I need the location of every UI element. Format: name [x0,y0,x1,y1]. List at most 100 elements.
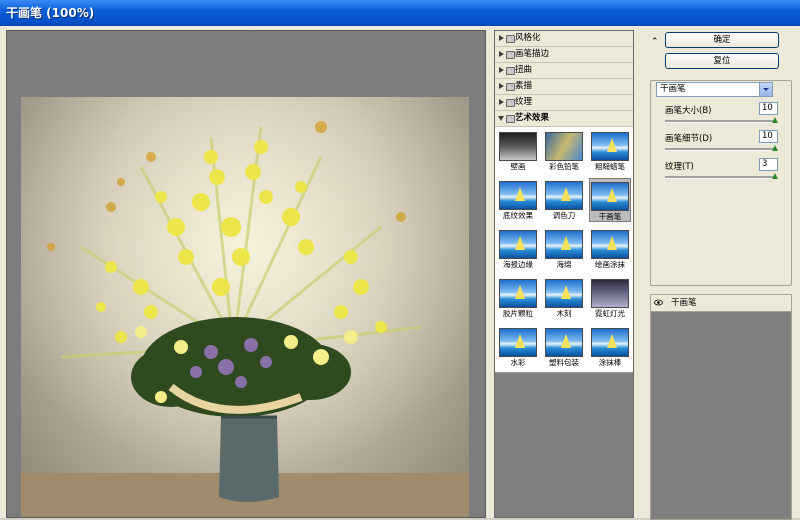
expand-triangle-icon [499,51,504,57]
thumbnail-image [591,279,629,308]
collapse-triangle-icon [498,116,504,121]
preview-image [21,97,469,517]
thumb-paint-daubs[interactable]: 绘画涂抹 [589,227,631,271]
thumb-dry-brush[interactable]: 干画笔 [589,178,631,222]
expand-triangle-icon [499,35,504,41]
folder-icon [506,67,515,75]
thumbnail-image [545,230,583,259]
effect-layer-area [651,312,791,519]
expand-triangle-icon [499,99,504,105]
thumb-fresco[interactable]: 壁画 [497,129,539,173]
category-texture[interactable]: 纹理 [495,95,633,111]
brush-size-slider[interactable] [665,117,778,123]
title-bar: 干画笔 (100%) [0,0,800,26]
thumb-plastic-wrap[interactable]: 塑料包装 [543,325,585,369]
category-label: 扭曲 [515,65,533,75]
thumb-label: 壁画 [510,162,526,171]
folder-icon [506,83,515,91]
control-panel: ⌃ 确定 复位 干画笔 画笔大小(B) 10 画笔细节(D) 10 纹理(T) … [640,30,800,520]
thumb-label: 水彩 [510,358,526,367]
thumb-poster-edges[interactable]: 海报边缘 [497,227,539,271]
thumb-label: 海绵 [556,260,572,269]
thumbnail-image [499,132,537,161]
thumb-label: 彩色铅笔 [549,162,579,171]
thumbnail-image [499,279,537,308]
thumb-label: 胶片颗粒 [503,309,533,318]
collapse-gallery-icon[interactable]: ⌃ [651,38,659,47]
thumb-colored-pencil[interactable]: 彩色铅笔 [543,129,585,173]
thumbnail-image [545,132,583,161]
thumb-sponge[interactable]: 海绵 [543,227,585,271]
thumb-neon-glow[interactable]: 霓虹灯光 [589,276,631,320]
thumb-underpainting[interactable]: 底纹效果 [497,178,539,222]
window-title: 干画笔 (100%) [6,6,95,20]
slider-handle[interactable] [772,173,778,179]
folder-icon [506,99,515,107]
category-label: 纹理 [515,97,533,107]
filter-gallery: 风格化 画笔描边 扭曲 素描 纹理 艺术效果 壁画 彩色铅笔 粗糙蜡笔 底纹效果… [494,30,634,518]
category-artistic[interactable]: 艺术效果 [495,111,633,127]
brush-detail-slider[interactable] [665,145,778,151]
expand-triangle-icon [499,67,504,73]
thumb-label: 霓虹灯光 [595,309,625,318]
thumb-label: 海报边缘 [503,260,533,269]
thumb-rough-pastels[interactable]: 粗糙蜡笔 [589,129,631,173]
filter-thumbnails: 壁画 彩色铅笔 粗糙蜡笔 底纹效果 调色刀 干画笔 海报边缘 海绵 绘画涂抹 胶… [495,127,633,373]
thumb-label: 塑料包装 [549,358,579,367]
thumb-watercolor[interactable]: 水彩 [497,325,539,369]
preview-pane[interactable] [6,30,486,518]
category-label: 画笔描边 [515,49,550,59]
thumbnail-image [591,182,629,211]
chevron-down-icon[interactable] [759,83,772,96]
brush-size-field[interactable]: 10 [759,102,778,115]
ok-button[interactable]: 确定 [665,32,779,48]
eye-icon[interactable] [654,298,663,307]
category-label: 素描 [515,81,533,91]
category-label: 风格化 [515,33,541,43]
slider-handle[interactable] [772,145,778,151]
thumb-label: 木刻 [556,309,572,318]
brush-detail-field[interactable]: 10 [759,130,778,143]
thumb-palette-knife[interactable]: 调色刀 [543,178,585,222]
brush-detail-label: 画笔细节(D) [665,134,713,144]
effect-layers-panel: 干画笔 [650,294,792,520]
thumbnail-image [499,328,537,357]
flower-vase-painting [21,97,469,517]
effect-layer-row[interactable]: 干画笔 [651,295,791,312]
category-stylize[interactable]: 风格化 [495,31,633,47]
slider-handle[interactable] [772,117,778,123]
thumb-label: 干画笔 [598,212,622,221]
thumbnail-image [545,328,583,357]
filter-select-value: 干画笔 [660,84,686,94]
thumb-label: 涂抹棒 [598,358,622,367]
folder-icon [506,35,515,43]
thumbnail-image [591,328,629,357]
thumbnail-image [499,230,537,259]
category-sketch[interactable]: 素描 [495,79,633,95]
texture-label: 纹理(T) [665,162,694,172]
category-distort[interactable]: 扭曲 [495,63,633,79]
category-label: 艺术效果 [515,113,550,123]
category-brush-strokes[interactable]: 画笔描边 [495,47,633,63]
effect-layer-name: 干画笔 [671,298,697,308]
thumb-smudge-stick[interactable]: 涂抹棒 [589,325,631,369]
expand-triangle-icon [499,83,504,89]
texture-field[interactable]: 3 [759,158,778,171]
reset-button[interactable]: 复位 [665,53,779,69]
thumbnail-image [591,132,629,161]
thumb-label: 粗糙蜡笔 [595,162,625,171]
thumbnail-image [499,181,537,210]
brush-size-label: 画笔大小(B) [665,106,712,116]
thumbnail-image [591,230,629,259]
texture-slider[interactable] [665,173,778,179]
folder-icon [506,51,515,59]
thumbnail-image [545,181,583,210]
thumb-label: 调色刀 [552,211,576,220]
thumbnail-image [545,279,583,308]
thumb-label: 绘画涂抹 [595,260,625,269]
folder-open-icon [506,115,515,123]
thumb-film-grain[interactable]: 胶片颗粒 [497,276,539,320]
filter-select[interactable]: 干画笔 [656,82,773,97]
thumb-cutout[interactable]: 木刻 [543,276,585,320]
thumb-label: 底纹效果 [503,211,533,220]
